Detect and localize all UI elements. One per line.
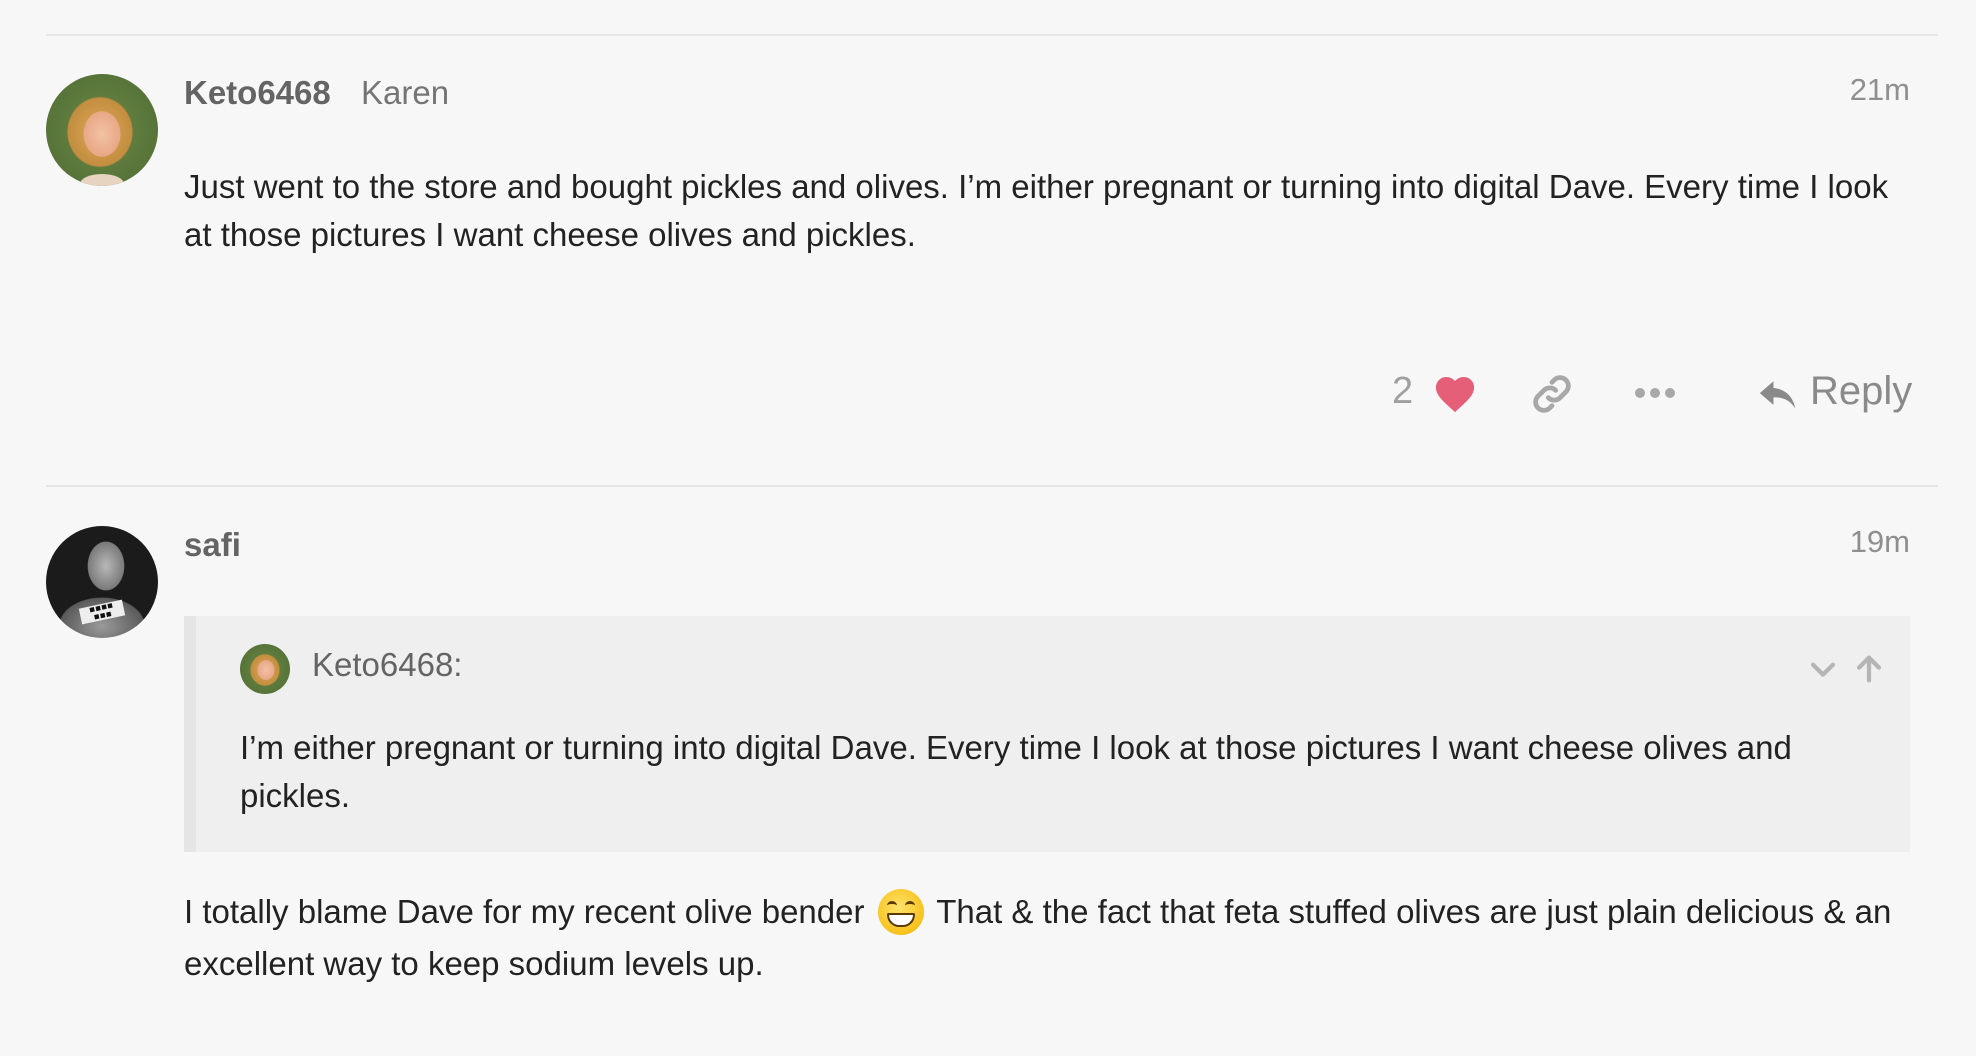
- chevron-down-icon[interactable]: [1806, 652, 1840, 691]
- reply-label[interactable]: Reply: [1810, 369, 1912, 414]
- arrow-up-icon[interactable]: [1852, 652, 1886, 691]
- post-body: Just went to the store and bought pickle…: [184, 168, 1889, 253]
- avatar[interactable]: [46, 74, 158, 186]
- reply-arrow-icon: [1756, 374, 1800, 419]
- like-count[interactable]: 2: [1392, 370, 1413, 413]
- avatar-badge: ▪▪▪▪ ▪▪▪: [78, 599, 126, 625]
- grinning-face-emoji: [877, 889, 924, 935]
- quote-text: I’m either pregnant or turning into digi…: [240, 729, 1792, 814]
- post-time[interactable]: 19m: [1850, 524, 1910, 560]
- top-divider: [46, 34, 1938, 36]
- post-divider: [46, 485, 1938, 487]
- post-full-name: Karen: [361, 74, 450, 111]
- post-time[interactable]: 21m: [1850, 72, 1910, 108]
- post-username[interactable]: Keto6468: [184, 74, 331, 112]
- quote-avatar: [240, 644, 290, 694]
- post-username[interactable]: safi: [184, 526, 241, 564]
- heart-icon[interactable]: [1432, 372, 1478, 419]
- avatar[interactable]: ▪▪▪▪ ▪▪▪: [46, 526, 158, 638]
- quote-block: Keto6468: I’m either pregnant or turning…: [184, 616, 1910, 852]
- quote-username[interactable]: Keto6468:: [312, 646, 462, 684]
- more-icon[interactable]: [1633, 386, 1677, 405]
- post-body: I totally blame Dave for my recent olive…: [184, 886, 1904, 990]
- post-body-text: I totally blame Dave for my recent olive…: [184, 893, 865, 930]
- link-icon[interactable]: [1530, 372, 1574, 421]
